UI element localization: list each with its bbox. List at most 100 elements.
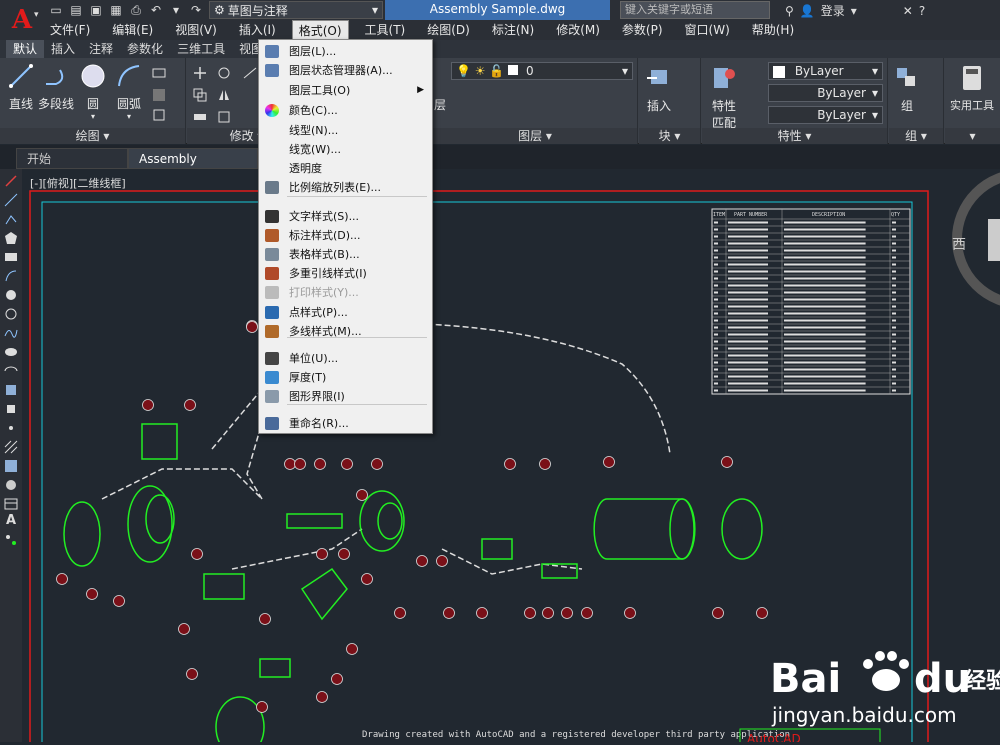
binoculars-icon[interactable]: ⚲ [785, 4, 794, 18]
menu-7[interactable]: 标注(N) [486, 20, 540, 40]
arc-icon[interactable] [4, 269, 18, 283]
layer-combo[interactable]: 💡 ☀ 🔓 0 ▾ [451, 62, 633, 80]
properties-panel-title[interactable]: 特性 ▾ [702, 128, 887, 144]
save-icon[interactable]: ▣ [88, 2, 104, 18]
polyline-icon[interactable] [4, 212, 18, 226]
format-menu-item-15[interactable]: 单位(U)... [259, 349, 432, 368]
linetype-combo[interactable]: ByLayer ▾ [768, 84, 883, 102]
format-menu-item-11[interactable]: 多重引线样式(I) [259, 264, 432, 283]
revcloud-icon[interactable] [4, 307, 18, 321]
color-combo[interactable]: ByLayer ▾ [768, 62, 883, 80]
polygon-icon[interactable] [4, 231, 18, 245]
tab-assembly-sample[interactable]: Assembly Sample* [128, 148, 258, 187]
table-icon[interactable] [4, 497, 18, 511]
exchange-icon[interactable]: ✕ [903, 4, 913, 18]
block-panel-title[interactable]: 块 ▾ [639, 128, 700, 144]
make-block-icon[interactable] [4, 402, 18, 416]
format-menu-item-13[interactable]: 点样式(P)... [259, 303, 432, 322]
point-icon[interactable] [4, 421, 18, 435]
ellipse-icon[interactable] [4, 345, 18, 359]
menu-11[interactable]: 帮助(H) [746, 20, 800, 40]
trim-icon[interactable] [243, 66, 257, 80]
mirror-icon[interactable] [217, 88, 231, 102]
user-icon[interactable]: 👤 [800, 4, 815, 18]
menu-0[interactable]: 文件(F) [44, 20, 96, 40]
new-file-icon[interactable]: ▭ [48, 2, 64, 18]
insert-block-button[interactable]: 插入 [643, 64, 675, 114]
utilities-panel-title[interactable]: ▾ [945, 128, 1000, 144]
group-panel-title[interactable]: 组 ▾ [889, 128, 943, 144]
rotate-icon[interactable] [217, 66, 231, 80]
format-menu-item-10[interactable]: 表格样式(B)... [259, 245, 432, 264]
polyline-tool[interactable]: 多段线 [38, 62, 74, 112]
ribbon-tab-1[interactable]: 插入 [44, 40, 82, 58]
workspace-selector[interactable]: ⚙ 草图与注释 ▾ [209, 1, 383, 19]
circle-icon[interactable] [4, 288, 18, 302]
ribbon-tab-4[interactable]: 三维工具 [170, 40, 232, 58]
menu-5[interactable]: 工具(T) [359, 20, 412, 40]
menu-2[interactable]: 视图(V) [169, 20, 223, 40]
format-menu-item-2[interactable]: 图层工具(O) ▶ [259, 81, 432, 100]
tab-start[interactable]: 开始 [16, 148, 128, 169]
menu-6[interactable]: 绘图(D) [421, 20, 476, 40]
format-menu-item-1[interactable]: 图层状态管理器(A)... [259, 61, 432, 80]
menu-8[interactable]: 修改(M) [550, 20, 606, 40]
format-menu-item-18[interactable]: 重命名(R)... [259, 414, 432, 433]
group-button[interactable]: 组 [893, 64, 921, 114]
line-icon[interactable] [4, 174, 18, 188]
construction-line-icon[interactable] [4, 193, 18, 207]
chevron-down-icon[interactable]: ▾ [851, 4, 857, 18]
spline-icon[interactable] [4, 326, 18, 340]
draw-panel-title[interactable]: 绘图 ▾ [0, 128, 185, 144]
format-menu-item-17[interactable]: 图形界限(I) [259, 387, 432, 406]
region-icon[interactable] [4, 478, 18, 492]
open-file-icon[interactable]: ▤ [68, 2, 84, 18]
menu-3[interactable]: 插入(I) [233, 20, 282, 40]
print-icon[interactable]: ⎙ [128, 2, 144, 18]
ribbon-tab-2[interactable]: 注释 [82, 40, 120, 58]
rectangle-icon[interactable] [152, 66, 166, 80]
move-icon[interactable] [193, 66, 207, 80]
hatch-icon[interactable] [4, 440, 18, 454]
arc-tool[interactable]: 圆弧 ▾ [114, 62, 144, 121]
ribbon-tab-0[interactable]: 默认 [6, 40, 45, 58]
format-menu-item-6[interactable]: 透明度 [259, 159, 432, 178]
menu-9[interactable]: 参数(P) [616, 20, 669, 40]
format-menu-item-14[interactable]: 多线样式(M)... [259, 322, 432, 341]
add-selected-icon[interactable] [4, 533, 18, 547]
redo-icon[interactable]: ↷ [188, 2, 204, 18]
format-menu-item-16[interactable]: 厚度(T) [259, 368, 432, 387]
layer-panel-title[interactable]: 图层 ▾ [433, 128, 637, 144]
lineweight-combo[interactable]: ByLayer ▾ [768, 106, 883, 124]
format-menu-item-5[interactable]: 线宽(W)... [259, 140, 432, 159]
rectangle-icon[interactable] [4, 250, 18, 264]
hatch-icon[interactable] [152, 88, 166, 102]
menu-10[interactable]: 窗口(W) [679, 20, 736, 40]
layer-properties-button[interactable]: 层 [433, 96, 447, 113]
match-properties-button[interactable]: 特性 匹配 [708, 64, 740, 131]
save-as-icon[interactable]: ▦ [108, 2, 124, 18]
line-tool[interactable]: 直线 [6, 62, 36, 112]
undo-icon[interactable]: ↶ [148, 2, 164, 18]
gradient-icon[interactable] [4, 459, 18, 473]
scale-icon[interactable] [217, 110, 231, 124]
stretch-icon[interactable] [193, 110, 207, 124]
format-menu-item-0[interactable]: 图层(L)... [259, 42, 432, 61]
menu-1[interactable]: 编辑(E) [106, 20, 159, 40]
menu-4[interactable]: 格式(O) [291, 20, 349, 40]
application-menu-button[interactable]: A ▾ [0, 0, 44, 40]
search-input[interactable]: 键入关键字或短语 [620, 1, 770, 19]
format-menu-item-4[interactable]: 线型(N)... [259, 121, 432, 140]
format-menu-item-8[interactable]: 文字样式(S)... [259, 207, 432, 226]
ribbon-tab-3[interactable]: 参数化 [120, 40, 170, 58]
dropdown-icon[interactable]: ▾ [168, 2, 184, 18]
ellipse-arc-icon[interactable] [4, 364, 18, 378]
format-menu-item-7[interactable]: 比例缩放列表(E)... [259, 178, 432, 197]
utilities-button[interactable]: 实用工具 [947, 64, 997, 113]
circle-tool[interactable]: 圆 ▾ [78, 62, 108, 121]
format-menu-item-9[interactable]: 标注样式(D)... [259, 226, 432, 245]
copy-icon[interactable] [193, 88, 207, 102]
help-icon[interactable]: ? [919, 4, 925, 18]
insert-block-icon[interactable] [4, 383, 18, 397]
login-link[interactable]: 登录 [821, 2, 845, 19]
